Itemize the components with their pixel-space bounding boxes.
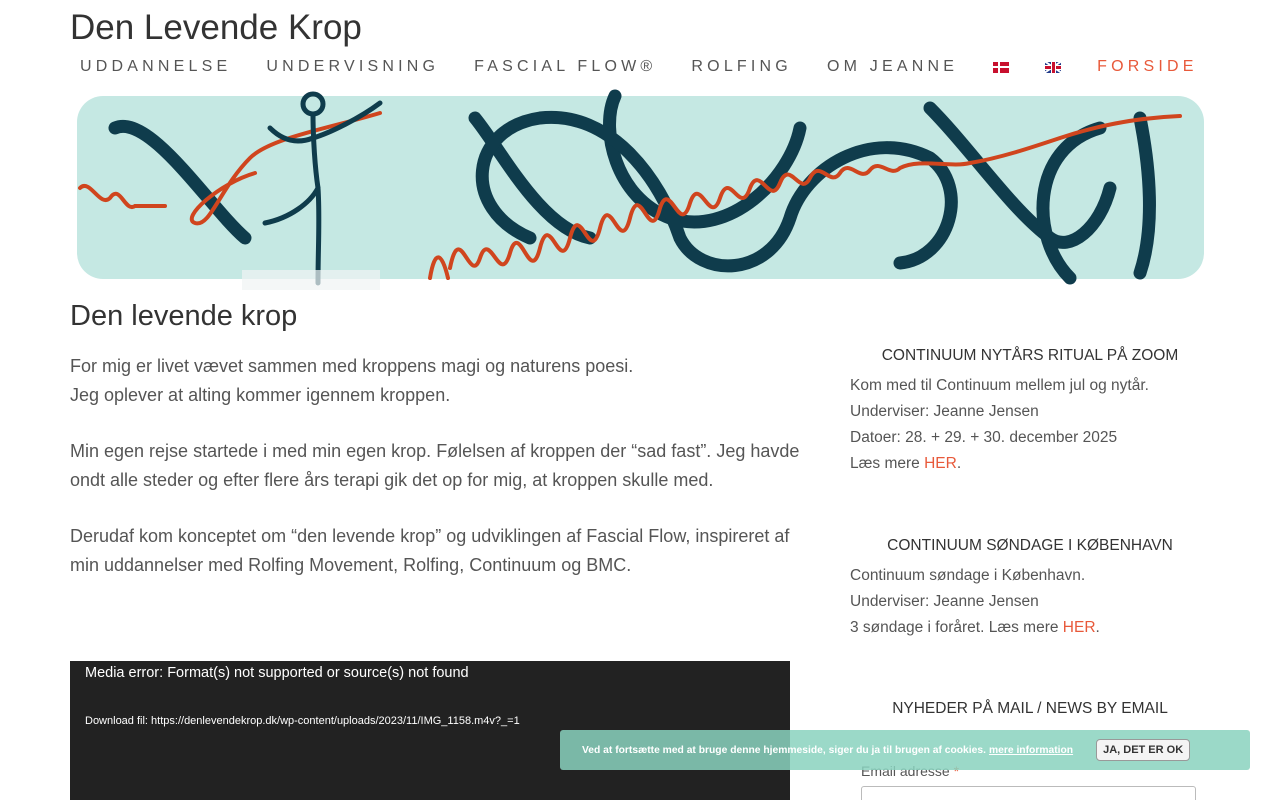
- cookie-banner: Ved at fortsætte med at bruge denne hjem…: [560, 730, 1250, 770]
- widget-title: CONTINUUM SØNDAGE I KØBENHAVN: [887, 537, 1173, 554]
- dancer-illustration-banner: [77, 89, 1204, 290]
- site-title[interactable]: Den Levende Krop: [70, 8, 362, 48]
- widget-title: CONTINUUM NYTÅRS RITUAL PÅ ZOOM: [881, 347, 1179, 364]
- page-content: For mig er livet vævet sammen med kroppe…: [70, 352, 800, 607]
- widget-text: Datoer: 28. + 29. + 30. december 2025: [850, 429, 1118, 446]
- widget-nytaars-ritual: CONTINUUM NYTÅRS RITUAL PÅ ZOOM Kom med …: [850, 347, 1210, 477]
- nav-item-rolfing[interactable]: ROLFING: [691, 58, 792, 76]
- widget-text: 3 søndage i foråret. Læs mere: [850, 619, 1063, 636]
- widget-text: Underviser: Jeanne Jensen: [850, 403, 1039, 420]
- read-more-link[interactable]: HER: [1063, 619, 1096, 636]
- widget-body: Kom med til Continuum mellem jul og nytå…: [850, 373, 1210, 477]
- widget-title: NYHEDER PÅ MAIL / NEWS BY EMAIL: [892, 700, 1168, 717]
- journey-paragraph: Min egen rejse startede i med min egen k…: [70, 441, 800, 490]
- danish-flag-icon[interactable]: [993, 61, 1010, 73]
- cookie-accept-button[interactable]: JA, DET ER OK: [1096, 739, 1191, 761]
- nav-item-fascial-flow[interactable]: FASCIAL FLOW®: [474, 58, 656, 76]
- widget-text: Læs mere: [850, 455, 925, 472]
- email-field[interactable]: [861, 786, 1196, 800]
- period: .: [1095, 619, 1100, 636]
- nav-item-undervisning[interactable]: UNDERVISNING: [266, 58, 439, 76]
- nav-item-uddannelse[interactable]: UDDANNELSE: [80, 58, 231, 76]
- nav-item-forside[interactable]: FORSIDE: [1097, 58, 1198, 76]
- intro-paragraph: For mig er livet vævet sammen med kroppe…: [70, 356, 634, 405]
- period: .: [956, 455, 962, 472]
- nav-item-om-jeanne[interactable]: OM JEANNE: [827, 58, 958, 76]
- cookie-text: Ved at fortsætte med at bruge denne hjem…: [582, 744, 986, 756]
- download-label: Download fil:: [85, 715, 152, 727]
- main-nav: UDDANNELSE UNDERVISNING FASCIAL FLOW® RO…: [80, 58, 1198, 76]
- widget-continuum-soendage: CONTINUUM SØNDAGE I KØBENHAVN Continuum …: [850, 537, 1210, 641]
- english-flag-icon[interactable]: [1045, 61, 1062, 73]
- cookie-more-info-link[interactable]: mere information: [989, 745, 1073, 756]
- media-error-message: Media error: Format(s) not supported or …: [85, 665, 469, 681]
- concept-paragraph: Derudaf kom konceptet om “den levende kr…: [70, 526, 790, 575]
- read-more-link[interactable]: HER: [924, 455, 957, 472]
- widget-text: Underviser: Jeanne Jensen: [850, 593, 1039, 610]
- media-download: Download fil: https://denlevendekrop.dk/…: [85, 715, 520, 727]
- widget-body: Continuum søndage i København. Undervise…: [850, 563, 1210, 641]
- page-title: Den levende krop: [70, 300, 298, 332]
- widget-text: Kom med til Continuum mellem jul og nytå…: [850, 377, 1149, 394]
- widget-text: Continuum søndage i København.: [850, 567, 1086, 584]
- download-link[interactable]: https://denlevendekrop.dk/wp-content/upl…: [151, 715, 520, 727]
- widget-newsletter: NYHEDER PÅ MAIL / NEWS BY EMAIL: [850, 700, 1210, 718]
